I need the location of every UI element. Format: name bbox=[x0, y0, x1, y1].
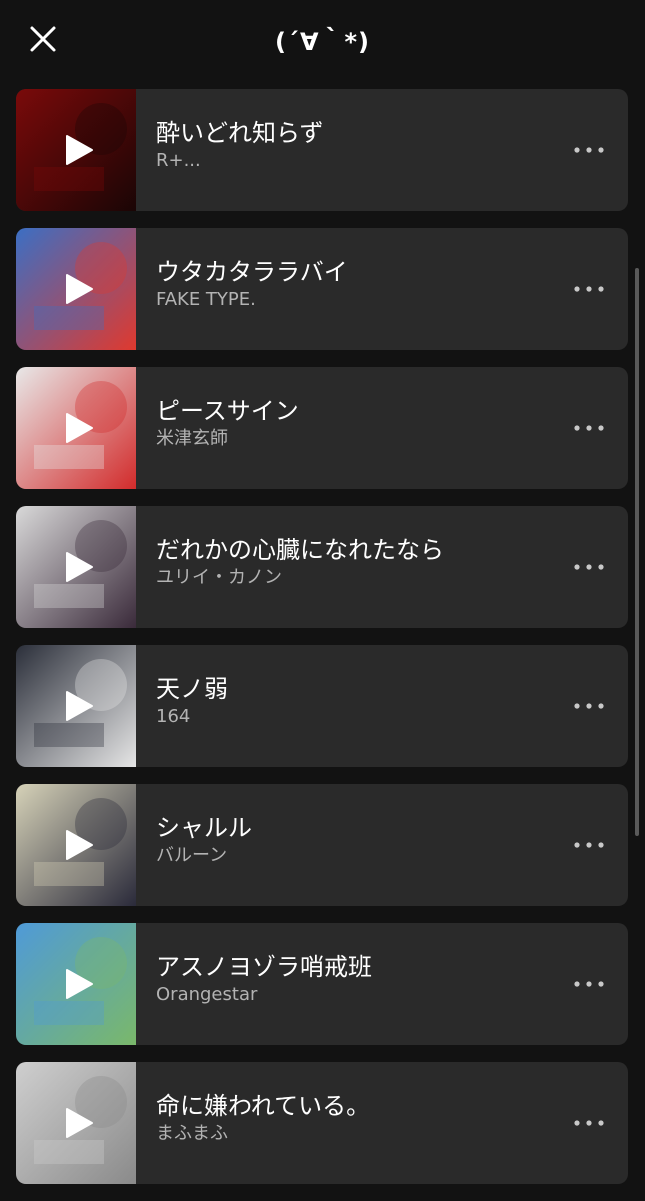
more-icon bbox=[574, 286, 604, 292]
track-info: 命に嫌われている。まふまふ bbox=[156, 1090, 556, 1146]
more-options-button[interactable] bbox=[572, 693, 606, 719]
play-icon bbox=[66, 135, 93, 165]
track-title: 命に嫌われている。 bbox=[156, 1092, 371, 1120]
play-button[interactable] bbox=[63, 272, 95, 306]
track-artist: R+... bbox=[156, 150, 201, 171]
track-artist: ユリイ・カノン bbox=[156, 567, 282, 588]
track-title: アスノヨゾラ哨戒班 bbox=[156, 953, 372, 981]
track-info: だれかの心臓になれたならユリイ・カノン bbox=[156, 534, 556, 590]
album-art[interactable] bbox=[16, 506, 136, 628]
track-artist: 米津玄師 bbox=[156, 428, 228, 449]
track-info: 酔いどれ知らず R+... bbox=[156, 117, 556, 173]
track-row[interactable]: ウタカタララバイ FAKE TYPE. bbox=[16, 228, 628, 350]
album-art[interactable] bbox=[16, 923, 136, 1045]
track-artist: FAKE TYPE. bbox=[156, 289, 256, 310]
more-options-button[interactable] bbox=[572, 554, 606, 580]
track-row[interactable]: 命に嫌われている。まふまふ bbox=[16, 1062, 628, 1184]
track-list: 酔いどれ知らず R+... ウタカタララバイ FAKE TYPE. ピースサイン米津玄師… bbox=[16, 89, 628, 1201]
track-row[interactable]: シャルル バルーン bbox=[16, 784, 628, 906]
track-title: だれかの心臓になれたなら bbox=[156, 536, 444, 564]
more-icon bbox=[574, 147, 604, 153]
more-icon bbox=[574, 1120, 604, 1126]
more-options-button[interactable] bbox=[572, 1110, 606, 1136]
album-art[interactable] bbox=[16, 228, 136, 350]
scrollbar[interactable] bbox=[635, 268, 639, 836]
track-row[interactable]: 酔いどれ知らず R+... bbox=[16, 89, 628, 211]
play-icon bbox=[66, 413, 93, 443]
track-artist: 164 bbox=[156, 706, 191, 727]
track-info: シャルル バルーン bbox=[156, 812, 556, 868]
more-options-button[interactable] bbox=[572, 832, 606, 858]
play-button[interactable] bbox=[63, 967, 95, 1001]
play-icon bbox=[66, 969, 93, 999]
track-row[interactable]: ピースサイン米津玄師 bbox=[16, 367, 628, 489]
play-icon bbox=[66, 1108, 93, 1138]
track-title: ウタカタララバイ bbox=[156, 258, 348, 286]
page-title: (´∀｀*) bbox=[274, 28, 371, 56]
play-button[interactable] bbox=[63, 1106, 95, 1140]
play-icon bbox=[66, 552, 93, 582]
track-artist: まふまふ bbox=[156, 1123, 228, 1144]
more-options-button[interactable] bbox=[572, 276, 606, 302]
more-options-button[interactable] bbox=[572, 971, 606, 997]
play-button[interactable] bbox=[63, 133, 95, 167]
track-title: シャルル bbox=[156, 814, 252, 842]
play-button[interactable] bbox=[63, 411, 95, 445]
play-icon bbox=[66, 830, 93, 860]
more-icon bbox=[574, 703, 604, 709]
more-icon bbox=[574, 564, 604, 570]
track-artist: Orangestar bbox=[156, 984, 258, 1005]
track-info: アスノヨゾラ哨戒班 Orangestar bbox=[156, 951, 556, 1007]
track-row[interactable]: 天ノ弱 164 bbox=[16, 645, 628, 767]
track-title: 酔いどれ知らず bbox=[156, 119, 324, 147]
more-options-button[interactable] bbox=[572, 137, 606, 163]
track-info: ウタカタララバイ FAKE TYPE. bbox=[156, 256, 556, 312]
more-icon bbox=[574, 842, 604, 848]
play-button[interactable] bbox=[63, 828, 95, 862]
header: (´∀｀*) bbox=[0, 0, 645, 78]
track-info: 天ノ弱 164 bbox=[156, 673, 556, 729]
more-options-button[interactable] bbox=[572, 415, 606, 441]
track-row[interactable]: だれかの心臓になれたならユリイ・カノン bbox=[16, 506, 628, 628]
more-icon bbox=[574, 425, 604, 431]
more-icon bbox=[574, 981, 604, 987]
play-button[interactable] bbox=[63, 550, 95, 584]
album-art[interactable] bbox=[16, 645, 136, 767]
play-icon bbox=[66, 274, 93, 304]
album-art[interactable] bbox=[16, 784, 136, 906]
track-title: 天ノ弱 bbox=[156, 675, 228, 703]
album-art[interactable] bbox=[16, 367, 136, 489]
play-button[interactable] bbox=[63, 689, 95, 723]
track-title: ピースサイン bbox=[156, 397, 299, 425]
album-art[interactable] bbox=[16, 1062, 136, 1184]
play-icon bbox=[66, 691, 93, 721]
album-art[interactable] bbox=[16, 89, 136, 211]
track-row[interactable]: アスノヨゾラ哨戒班 Orangestar bbox=[16, 923, 628, 1045]
track-artist: バルーン bbox=[156, 845, 228, 866]
track-info: ピースサイン米津玄師 bbox=[156, 395, 556, 451]
